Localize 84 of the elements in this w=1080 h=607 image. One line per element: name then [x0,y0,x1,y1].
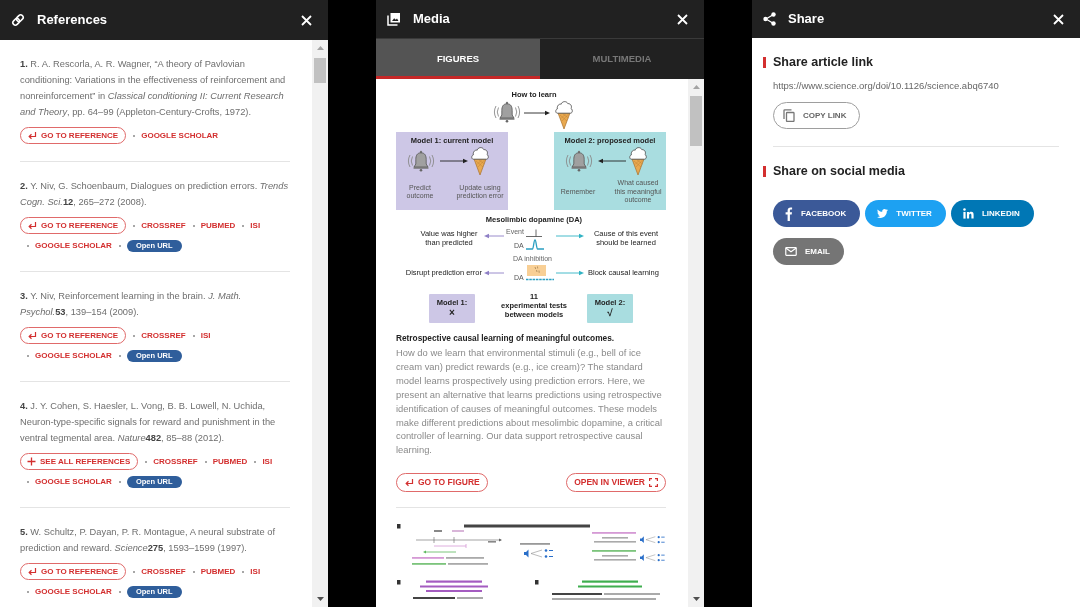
see-all-references-button[interactable]: SEE ALL REFERENCES [20,453,139,470]
ice-cream-icon [554,100,574,130]
event-tick-icon [526,229,542,237]
tab[interactable]: MULTIMEDIA [540,39,704,79]
right-arrow [524,110,550,116]
close-icon[interactable] [1053,13,1064,25]
dopamine-flat-icon [526,278,554,281]
tab[interactable]: FIGURES [376,39,540,79]
reference-text: 5. W. Schultz, P. Dayan, P. R. Montague, A neural substrate of prediction and reward. Science275, 1593–1599 (1997). [20,526,276,555]
email-button[interactable]: EMAIL [773,238,844,265]
caption-text: How do we learn that environmental stimuli (e.g., bell of ice cream van) predict rewards (e.g., ice cream)? The standard model learns prospectively using prediction errors. Here, we present an alternative that learns predictions using retrospective identification of causes of meaningful outcomes. These models make different predictions about mesolimbic dopamine, a critical controller of learning. Our data support retrospective causal learning. [396,346,664,458]
ice-cream-icon [628,146,648,176]
caption-title: Retrospective causal learning of meaningful outcomes. [396,333,616,344]
share-icon [763,12,776,26]
inhibition-patch-icon [527,265,546,276]
reference-link[interactable]: GOOGLE SCHOLAR [35,473,112,490]
return-arrow-icon [404,478,414,488]
twitter-button[interactable]: TWITTER [865,200,946,227]
panel-title: Media [413,10,450,29]
go-to-reference-button[interactable]: GO TO REFERENCE [20,127,127,144]
verdict-mark: √ [607,307,613,319]
go-to-reference-button[interactable]: GO TO REFERENCE [20,563,127,580]
article-url: https://www.science.org/doi/10.1126/science.abq6740 [773,80,1000,92]
open-in-viewer-button[interactable]: OPEN IN VIEWER [566,473,666,493]
section-heading: Share on social media [773,163,905,179]
scroll-down-icon[interactable] [692,597,700,601]
go-to-reference-button[interactable]: GO TO REFERENCE [20,217,127,234]
go-to-figure-button[interactable]: GO TO FIGURE [396,473,488,493]
return-arrow-icon [27,131,37,140]
verdict-mark: × [449,307,455,319]
left-arrow [484,270,504,276]
panel-title: References [37,11,108,30]
reference-text: 1. R. A. Rescorla, A. R. Wagner, “A theory of Pavlovian conditioning: Variations in the effectiveness of reinforcement and nonreinforcement” in Classical conditioning II: Current Research and Theory, pp. 64–99 (Appleton-Century-Crofts, 1972). [20,58,287,119]
reference-link[interactable]: PUBMED [200,217,236,234]
expand-icon [649,478,658,488]
reference-link[interactable]: GOOGLE SCHOLAR [35,347,112,364]
reference-link[interactable]: ISI [200,327,211,344]
close-icon[interactable] [301,14,312,26]
link-icon [11,13,25,27]
go-to-reference-button[interactable]: GO TO REFERENCE [20,327,127,344]
reference-link[interactable]: PUBMED [200,563,236,580]
reference-link[interactable]: PUBMED [212,453,248,470]
bell-icon [406,150,436,172]
dopamine-peak-icon [526,239,544,250]
copy-link-button[interactable]: COPY LINK [773,102,861,129]
plus-icon [27,457,36,466]
accent-bar [763,165,766,177]
bell-icon [492,101,522,123]
return-arrow-icon [27,221,37,230]
reference-link[interactable]: GOOGLE SCHOLAR [35,583,112,600]
facebook-button[interactable]: FACEBOOK [773,200,861,227]
reference-link[interactable]: ISI [262,453,273,470]
section-heading: Share article link [773,54,874,70]
reference-text: 2. Y. Niv, G. Schoenbaum, Dialogues on prediction errors. Trends Cogn. Sci.12, 265–272 (2008). [20,180,290,209]
linkedin-icon [962,208,974,219]
close-icon[interactable] [677,13,688,25]
facebook-icon [785,206,793,221]
reference-text: 4. J. Y. Cohen, S. Haesler, L. Vong, B. B. Lowell, N. Uchida, Neuron-type-specific signals for reward and punishment in the ventral tegmental area. Nature482, 85–88 (2012). [20,400,277,445]
reference-text: 3. Y. Niv, Reinforcement learning in the brain. J. Math. Psychol.53, 139–154 (2009). [20,290,243,319]
scroll-down-icon[interactable] [316,597,324,601]
left-arrow [484,233,504,239]
panel-title: Share [788,10,825,29]
copy-icon [783,109,795,122]
return-arrow-icon [27,567,37,576]
reference-link[interactable]: ISI [250,563,261,580]
right-arrow [556,233,584,239]
envelope-icon [785,247,797,256]
reference-link[interactable]: ISI [250,217,261,234]
scrollbar-thumb[interactable] [314,58,326,83]
reference-link[interactable]: CROSSREF [141,563,186,580]
ice-cream-icon [470,146,490,176]
reference-link[interactable]: CROSSREF [141,327,186,344]
return-arrow-icon [27,331,37,340]
reference-link[interactable]: CROSSREF [153,453,198,470]
bell-icon [564,150,594,172]
accent-bar [763,56,766,68]
scrollbar-thumb[interactable] [690,96,702,146]
linkedin-button[interactable]: LINKEDIN [950,200,1034,227]
reference-link[interactable]: CROSSREF [141,217,186,234]
reference-link[interactable]: GOOGLE SCHOLAR [35,237,112,254]
bird-icon [877,208,889,219]
reference-link[interactable]: GOOGLE SCHOLAR [141,127,219,144]
images-icon [387,12,401,26]
right-arrow [556,270,584,276]
